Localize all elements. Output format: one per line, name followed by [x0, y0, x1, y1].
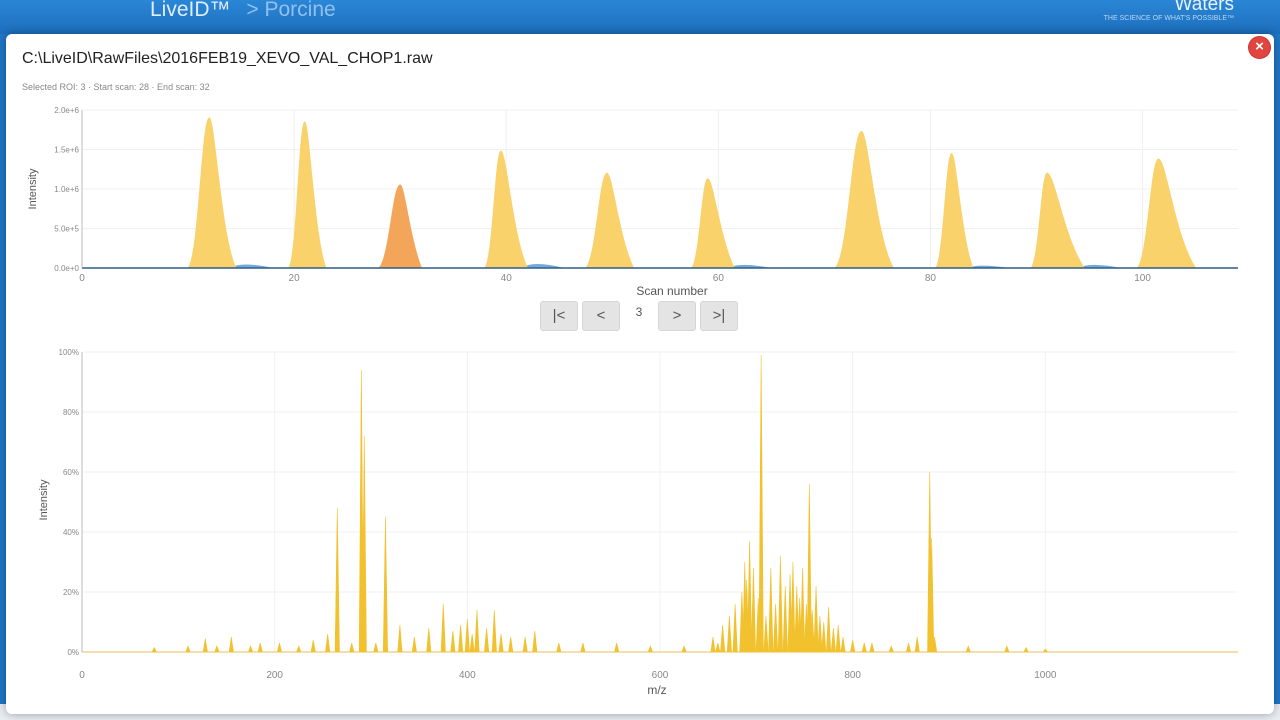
last-roi-button[interactable]: >| [700, 301, 738, 331]
y-tick-label: 1.0e+6 [54, 185, 79, 194]
chromatogram-chart[interactable]: 0 20 40 60 80 100 0.0e+0 5.0e+5 1.0e+6 1.5e+6 2.0e… [0, 0, 1280, 300]
y-tick-label: 2.0e+6 [54, 106, 79, 115]
x-tick-label: 0 [79, 273, 85, 284]
roi-peak-9 [1030, 172, 1086, 269]
roi-peak-6 [690, 178, 736, 269]
y-axis-label: Intensity [27, 168, 39, 209]
x-tick-label: 100 [1134, 273, 1151, 284]
roi-peak-7 [833, 130, 895, 269]
prev-roi-button[interactable]: < [582, 301, 620, 331]
roi-peak-3 [377, 184, 423, 269]
x-axis-label: Scan number [636, 284, 707, 298]
roi-peak-8 [934, 152, 974, 269]
y-tick-label: 0.0e+0 [54, 264, 79, 273]
x-tick-label: 20 [289, 273, 301, 284]
roi-peak-5 [584, 172, 635, 269]
y-tick-label: 1.5e+6 [54, 146, 79, 155]
x-tick-label: 40 [501, 273, 513, 284]
roi-index: 3 [635, 305, 643, 319]
x-tick-label: 80 [925, 273, 937, 284]
roi-peak-10 [1136, 158, 1197, 269]
first-roi-button[interactable]: |< [540, 301, 578, 331]
y-tick-label: 5.0e+5 [54, 225, 79, 234]
x-tick-label: 60 [713, 273, 725, 284]
roi-peak-4 [483, 150, 529, 269]
roi-peak-1 [186, 117, 237, 269]
next-roi-button[interactable]: > [658, 301, 696, 331]
